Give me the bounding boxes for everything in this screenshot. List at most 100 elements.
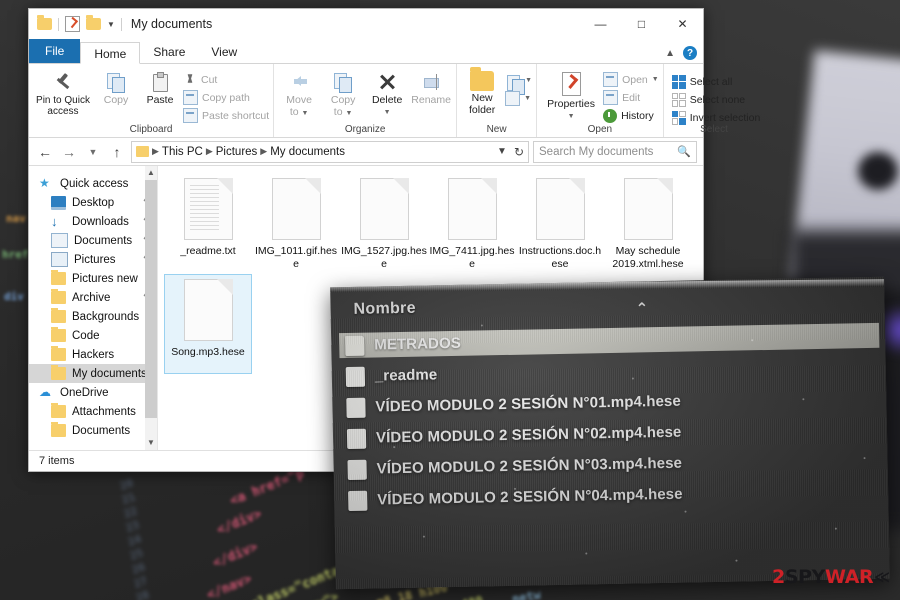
delete-button[interactable]: Delete ▼ — [366, 67, 408, 116]
tab-view[interactable]: View — [198, 41, 250, 63]
sidebar-item-label: Backgrounds — [72, 310, 140, 323]
file-item[interactable]: Instructions.doc.hese — [516, 174, 604, 274]
sidebar-item-code[interactable]: Code — [29, 326, 157, 345]
move-to-button[interactable]: Move to ▼ — [278, 67, 320, 118]
select-all-button[interactable]: Select all — [671, 74, 761, 89]
paste-button[interactable]: Paste — [139, 67, 181, 107]
dust-speck — [735, 559, 738, 562]
code-fragment: href — [2, 248, 29, 261]
file-item[interactable]: _readme.txt — [164, 174, 252, 274]
properties-button[interactable]: Properties ▼ — [541, 67, 601, 120]
copy-button[interactable]: Copy — [95, 67, 137, 107]
chevron-up-icon[interactable]: ▲ — [145, 166, 157, 180]
file-item[interactable]: Song.mp3.hese — [164, 274, 252, 374]
breadcrumb[interactable]: ▶ This PC ▶ Pictures ▶ My documents ▼ ↻ — [131, 140, 529, 163]
cloud-icon: ☁ — [39, 385, 51, 399]
ribbon-group-title: Select — [700, 124, 728, 135]
sidebar-item-my-documents[interactable]: My documents — [29, 364, 157, 383]
chevron-down-icon[interactable]: ▼ — [107, 20, 115, 29]
back-arrow-icon[interactable]: ← — [35, 144, 55, 160]
copy-path-button[interactable]: Copy path — [183, 90, 269, 105]
new-item-icon — [505, 73, 526, 95]
breadcrumb-separator: ▶ — [205, 146, 213, 156]
page-fold — [483, 178, 497, 191]
folder-icon[interactable] — [37, 15, 52, 30]
text-file-icon — [183, 178, 233, 240]
maximize-button[interactable]: □ — [621, 9, 662, 39]
help-icon[interactable]: ? — [683, 46, 697, 60]
folder-icon — [51, 346, 66, 361]
close-button[interactable]: ✕ — [662, 9, 703, 39]
easy-access-button[interactable]: ▼ — [505, 91, 532, 106]
breadcrumb-item-pictures[interactable]: Pictures — [216, 146, 258, 158]
nav-scrollbar[interactable]: ▲ ▼ — [145, 166, 157, 450]
delete-label: Delete — [371, 94, 403, 106]
rename-label: Rename — [411, 94, 451, 106]
dust-speck — [422, 535, 425, 538]
file-item[interactable]: IMG_7411.jpg.hese — [428, 174, 516, 274]
sidebar-item-label: My documents — [72, 367, 147, 380]
dust-speck — [480, 324, 483, 327]
page-fold — [659, 178, 673, 191]
invert-selection-button[interactable]: Invert selection — [671, 110, 760, 125]
select-none-label: Select none — [689, 93, 746, 106]
sidebar-item-documents[interactable]: Documents — [29, 421, 157, 440]
edit-button[interactable]: Edit — [603, 90, 659, 105]
breadcrumb-item-this-pc[interactable]: This PC — [162, 146, 203, 158]
select-all-label: Select all — [689, 75, 733, 88]
select-none-button[interactable]: Select none — [671, 92, 761, 107]
history-button[interactable]: History — [603, 108, 659, 123]
open-button[interactable]: Open ▼ — [603, 72, 659, 87]
pin-to-quick-access-button[interactable]: Pin to Quick access — [33, 67, 93, 117]
new-folder-button[interactable]: New folder — [461, 67, 503, 116]
file-item[interactable]: IMG_1011.gif.hese — [252, 174, 340, 274]
cut-label: Cut — [201, 73, 218, 86]
folder-icon — [51, 289, 66, 304]
breadcrumb-item-my-documents[interactable]: My documents — [270, 146, 345, 158]
sidebar-item-pictures-new[interactable]: Pictures new✒ — [29, 269, 157, 288]
up-arrow-icon[interactable]: ↑ — [107, 144, 127, 160]
folder-icon — [51, 308, 66, 323]
properties-icon[interactable] — [65, 16, 80, 32]
copy-to-icon — [332, 71, 354, 93]
page-fold — [219, 279, 233, 292]
tab-file[interactable]: File — [29, 39, 81, 63]
sidebar-item-hackers[interactable]: Hackers — [29, 345, 157, 364]
minimize-button[interactable]: — — [580, 9, 621, 39]
chevron-up-icon[interactable]: ▲ — [665, 48, 675, 59]
file-item[interactable]: IMG_1527.jpg.hese — [340, 174, 428, 274]
sidebar-item-documents[interactable]: Documents✒ — [29, 231, 157, 250]
new-folder-icon[interactable] — [86, 15, 101, 30]
nav-scrollbar-thumb[interactable] — [145, 180, 157, 418]
page-fold — [219, 178, 233, 191]
sidebar-item-attachments[interactable]: Attachments — [29, 402, 157, 421]
sidebar-item-onedrive[interactable]: ☁ OneDrive — [29, 383, 157, 402]
cut-button[interactable]: Cut — [183, 72, 269, 87]
copy-to-button[interactable]: Copy to ▼ — [322, 67, 364, 118]
sidebar-item-pictures[interactable]: Pictures✒ — [29, 250, 157, 269]
search-icon[interactable]: 🔍 — [677, 145, 691, 158]
photographed-screen: Nombre ⌃ METRADOS_readmeVÍDEO MODULO 2 S… — [330, 276, 890, 590]
ribbon-group-new: New folder ▼ ▼ New — [456, 64, 536, 137]
sidebar-item-desktop[interactable]: Desktop✒ — [29, 193, 157, 212]
page-fold — [395, 178, 409, 191]
sidebar-item-quick-access[interactable]: ★ Quick access — [29, 174, 157, 193]
tab-share[interactable]: Share — [140, 41, 198, 63]
sidebar-item-backgrounds[interactable]: Backgrounds — [29, 307, 157, 326]
ribbon-group-open: Properties ▼ Open ▼ Edit History Open — [536, 64, 663, 137]
refresh-icon[interactable]: ↻ — [514, 145, 524, 159]
sidebar-item-archive[interactable]: Archive✒ — [29, 288, 157, 307]
dust-speck — [514, 487, 517, 490]
file-item[interactable]: May schedule 2019.xtml.hese — [604, 174, 692, 274]
chevron-down-icon[interactable]: ▼ — [145, 436, 157, 450]
sidebar-item-downloads[interactable]: ↓Downloads✒ — [29, 212, 157, 231]
rename-button[interactable]: Rename — [410, 67, 452, 107]
new-item-button[interactable]: ▼ — [505, 73, 532, 95]
recent-locations-icon[interactable]: ▼ — [83, 147, 103, 157]
search-input[interactable]: Search My documents 🔍 — [533, 140, 697, 163]
open-icon — [603, 72, 619, 87]
forward-arrow-icon[interactable]: → — [59, 144, 79, 160]
tab-home[interactable]: Home — [80, 42, 141, 64]
chevron-down-icon[interactable]: ▼ — [497, 146, 507, 157]
paste-shortcut-button[interactable]: Paste shortcut — [183, 108, 269, 123]
